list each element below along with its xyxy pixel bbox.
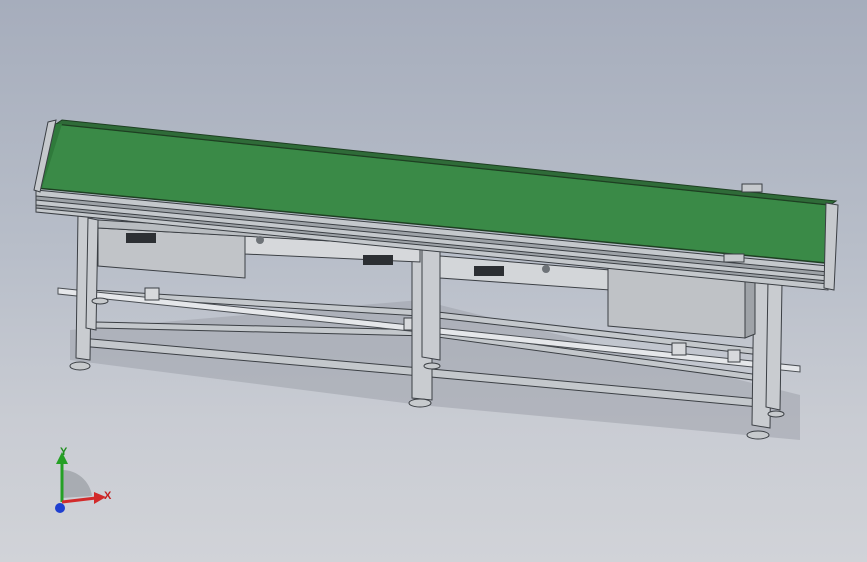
conveyor-model[interactable] bbox=[0, 0, 867, 562]
x-axis-label: X bbox=[104, 490, 112, 502]
coordinate-triad: Y X bbox=[40, 440, 130, 520]
x-axis-icon bbox=[61, 496, 97, 504]
triad-shading bbox=[62, 469, 92, 498]
graphics-viewport[interactable]: Y X bbox=[0, 0, 867, 562]
z-axis-icon bbox=[55, 503, 65, 513]
y-axis-label: Y bbox=[60, 446, 68, 458]
